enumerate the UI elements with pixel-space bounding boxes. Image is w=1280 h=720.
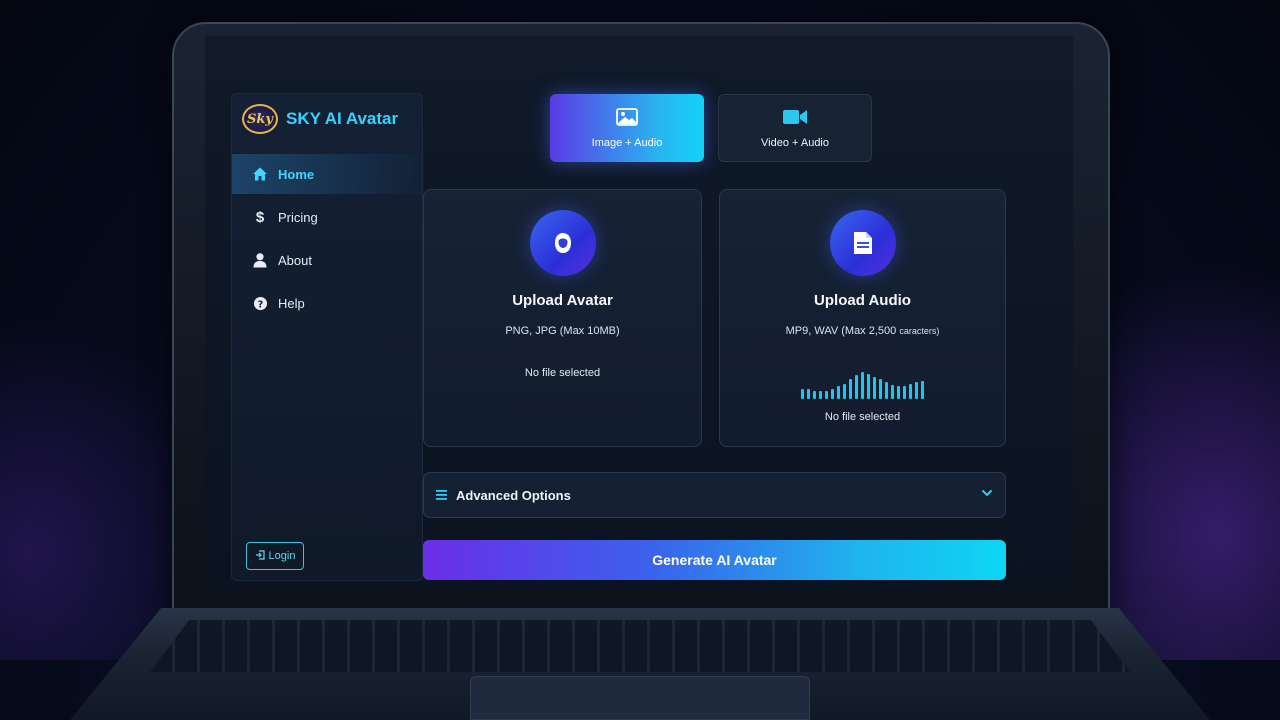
- help-icon: ?: [252, 295, 268, 311]
- waveform-bar: [807, 389, 810, 399]
- sidebar-item-about[interactable]: About: [232, 240, 424, 280]
- sidebar-item-label: About: [278, 252, 312, 268]
- avatar-face-icon: [529, 210, 596, 276]
- waveform-bar: [837, 386, 840, 399]
- sidebar-item-label: Help: [278, 295, 305, 311]
- waveform-bar: [921, 381, 924, 399]
- sky-logo: Sky: [242, 104, 278, 134]
- upload-audio-formats-main: MP9, WAV (Max 2,500: [785, 325, 897, 337]
- laptop-keyboard: [150, 620, 1130, 672]
- waveform-bar: [825, 391, 828, 399]
- brand[interactable]: Sky SKY AI Avatar: [242, 104, 398, 134]
- waveform-bar: [885, 382, 888, 399]
- audio-waveform: [801, 369, 924, 399]
- mode-label: Image + Audio: [591, 136, 663, 149]
- waveform-bar: [909, 384, 912, 399]
- waveform-bar: [915, 382, 918, 399]
- upload-avatar-title: Upload Avatar: [512, 292, 613, 309]
- generate-avatar-button[interactable]: Generate AI Avatar: [423, 540, 1006, 580]
- upload-audio-status: No file selected: [824, 411, 901, 423]
- mode-video-audio-button[interactable]: Video + Audio: [718, 94, 872, 162]
- menu-lines-icon: [436, 488, 447, 503]
- waveform-bar: [813, 391, 816, 399]
- app-window: Sky SKY AI Avatar Home $ Pricing About ?…: [205, 36, 1073, 590]
- mode-label: Video + Audio: [761, 136, 829, 149]
- upload-avatar-formats: PNG, JPG (Max 10MB): [505, 325, 620, 337]
- upload-audio-formats: MP9, WAV (Max 2,500 caracters): [786, 325, 940, 337]
- waveform-bar: [855, 375, 858, 399]
- sidebar-item-label: Pricing: [278, 209, 318, 225]
- waveform-bar: [867, 374, 870, 399]
- dollar-icon: $: [255, 208, 265, 226]
- app-title: SKY AI Avatar: [286, 109, 399, 128]
- user-icon: [252, 252, 268, 268]
- waveform-bar: [861, 372, 864, 399]
- sidebar: Sky SKY AI Avatar Home $ Pricing About ?…: [231, 93, 424, 581]
- waveform-bar: [849, 379, 852, 399]
- svg-text:?: ?: [257, 299, 262, 310]
- image-icon: [616, 107, 638, 129]
- laptop-trackpad: [470, 676, 810, 720]
- login-label: Login: [268, 550, 296, 562]
- waveform-bar: [903, 386, 906, 399]
- waveform-bar: [891, 385, 894, 399]
- sidebar-nav: Home $ Pricing About ? Help: [232, 154, 424, 326]
- sidebar-item-pricing[interactable]: $ Pricing: [232, 197, 424, 237]
- upload-audio-card[interactable]: Upload Audio MP9, WAV (Max 2,500 caracte…: [719, 189, 1006, 447]
- upload-avatar-card[interactable]: Upload Avatar PNG, JPG (Max 10MB) No fil…: [423, 189, 702, 447]
- upload-audio-formats-small: caracters): [899, 326, 940, 336]
- waveform-bar: [819, 391, 822, 399]
- home-icon: [252, 166, 268, 182]
- waveform-bar: [843, 384, 846, 399]
- sidebar-item-home[interactable]: Home: [232, 154, 424, 194]
- upload-audio-title: Upload Audio: [814, 292, 911, 309]
- video-camera-icon: [782, 108, 808, 129]
- waveform-bar: [873, 377, 876, 399]
- waveform-bar: [801, 389, 804, 399]
- advanced-options-toggle[interactable]: Advanced Options: [423, 472, 1006, 518]
- login-icon: [255, 549, 265, 563]
- waveform-bar: [831, 389, 834, 399]
- document-icon: [829, 210, 896, 276]
- waveform-bar: [879, 379, 882, 399]
- login-button[interactable]: Login: [246, 542, 304, 570]
- sidebar-item-help[interactable]: ? Help: [232, 283, 424, 323]
- advanced-options-label: Advanced Options: [456, 487, 571, 503]
- upload-avatar-status: No file selected: [524, 367, 601, 379]
- sidebar-item-label: Home: [278, 166, 315, 182]
- generate-label: Generate AI Avatar: [652, 552, 777, 568]
- waveform-bar: [897, 386, 900, 399]
- mode-image-audio-button[interactable]: Image + Audio: [550, 94, 704, 162]
- chevron-down-icon: [981, 487, 993, 502]
- laptop-screen: Sky SKY AI Avatar Home $ Pricing About ?…: [205, 36, 1073, 590]
